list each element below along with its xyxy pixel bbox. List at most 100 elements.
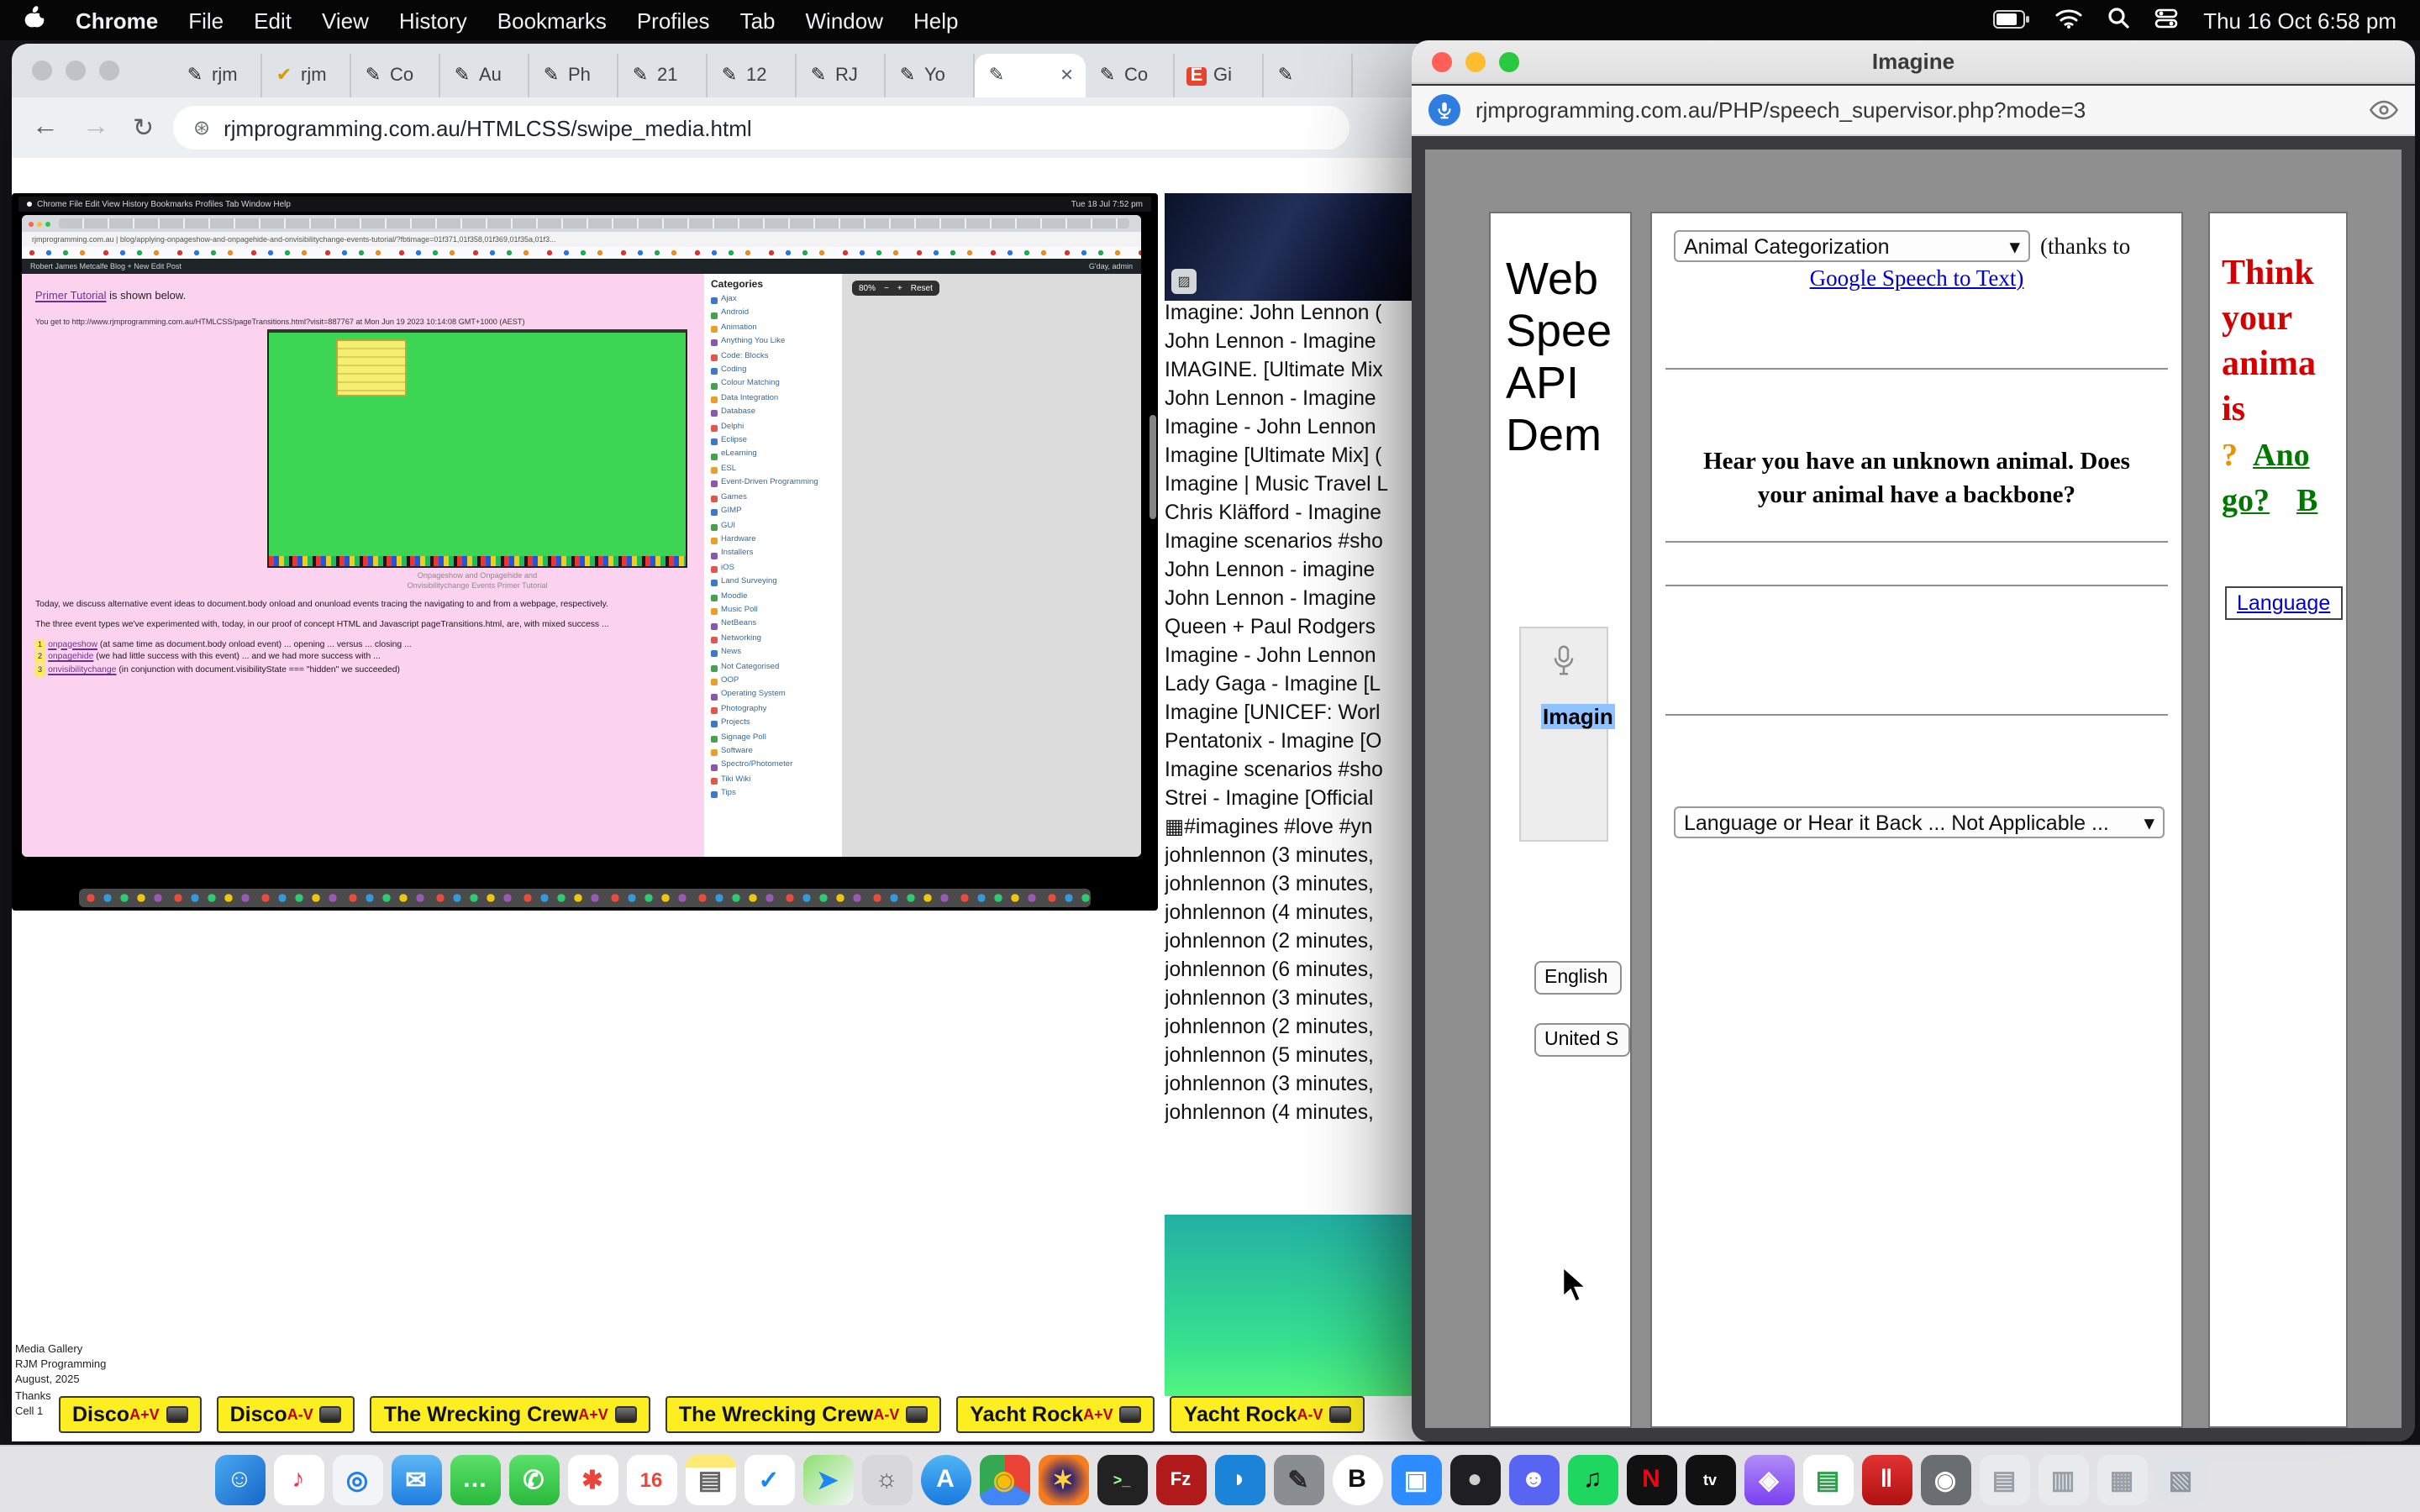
category-select[interactable]: Animal Categorization ▾ — [1674, 230, 2030, 262]
category-item[interactable]: Delphi — [711, 421, 835, 435]
language-select[interactable]: Language or Hear it Back ... Not Applica… — [1674, 806, 2165, 838]
zoom-in-button[interactable]: + — [897, 283, 902, 293]
control-center-icon[interactable] — [2154, 8, 2178, 33]
dock-icon[interactable]: ◈ — [1744, 1454, 1794, 1504]
browser-tab[interactable]: ✎ Co — [351, 54, 440, 97]
google-speech-link[interactable]: Google Speech to Text) — [1810, 265, 2024, 291]
song-item[interactable]: Imagine [Ultimate Mix] ( — [1165, 442, 1420, 470]
category-item[interactable]: Signage Poll — [711, 732, 835, 746]
menu-clock[interactable]: Thu 16 Oct 6:58 pm — [2203, 8, 2396, 33]
dock-icon[interactable]: ▥ — [2038, 1454, 2088, 1504]
category-item[interactable]: iOS — [711, 562, 835, 576]
browser-tab-active[interactable]: ✎ ✕ — [975, 54, 1086, 97]
another-go-link[interactable]: Ano — [2253, 438, 2310, 474]
song-item[interactable]: John Lennon - Imagine — [1165, 385, 1420, 413]
category-item[interactable]: Android — [711, 308, 835, 323]
dock-icon[interactable]: … — [450, 1454, 500, 1504]
category-item[interactable]: Code: Blocks — [711, 350, 835, 365]
song-item[interactable]: johnlennon (3 minutes, — [1165, 842, 1420, 870]
browser-tab[interactable]: ✎ rjm — [173, 54, 262, 97]
dock-icon[interactable]: ▤ — [1979, 1454, 2029, 1504]
category-item[interactable]: Data Integration — [711, 393, 835, 407]
dock-icon[interactable]: ◉ — [1920, 1454, 1970, 1504]
dock-icon[interactable]: N — [1626, 1454, 1676, 1504]
category-item[interactable]: Animation — [711, 323, 835, 337]
browser-tab[interactable]: ✎ Au — [440, 54, 529, 97]
song-item[interactable]: John Lennon - Imagine — [1165, 328, 1420, 356]
song-item[interactable]: johnlennon (4 minutes, — [1165, 899, 1420, 927]
category-item[interactable]: Tiki Wiki — [711, 774, 835, 789]
minimize-button[interactable] — [1465, 52, 1486, 72]
zoom-reset-button[interactable]: Reset — [911, 283, 933, 293]
dock-icon[interactable]: ◗ — [1214, 1454, 1265, 1504]
category-item[interactable]: Moodle — [711, 591, 835, 605]
media-thumbnail[interactable]: ▨ — [1165, 193, 1412, 301]
dock-icon[interactable]: >_ — [1097, 1454, 1147, 1504]
tab-close-icon[interactable]: ✕ — [1060, 66, 1074, 85]
category-item[interactable]: Hardware — [711, 534, 835, 549]
dock-icon[interactable]: ◉ — [979, 1454, 1029, 1504]
song-item[interactable]: John Lennon - imagine — [1165, 556, 1420, 585]
media-gallery-button[interactable]: DiscoA-V — [217, 1396, 355, 1433]
tutorial-image[interactable] — [267, 329, 687, 568]
song-item[interactable]: johnlennon (2 minutes, — [1165, 1013, 1420, 1042]
back-icon[interactable]: ← — [32, 113, 59, 143]
dock-icon[interactable]: ▣ — [1391, 1454, 1441, 1504]
menu-item[interactable]: Bookmarks — [497, 8, 607, 33]
dock-icon[interactable]: B — [1332, 1454, 1382, 1504]
country-button[interactable]: United S — [1534, 1023, 1630, 1057]
dock-icon[interactable]: ✓ — [744, 1454, 794, 1504]
dock-icon[interactable]: ▧ — [2155, 1454, 2206, 1504]
dock-icon[interactable]: ▦ — [2096, 1454, 2147, 1504]
menu-item[interactable]: Edit — [254, 8, 292, 33]
song-item[interactable]: Lady Gaga - Imagine [L — [1165, 670, 1420, 699]
browser-tab[interactable]: ✔ rjm — [262, 54, 351, 97]
dock-icon[interactable]: ♪ — [273, 1454, 324, 1504]
category-item[interactable]: Spectro/Photometer — [711, 760, 835, 774]
browser-tab[interactable]: ✎ Ph — [529, 54, 618, 97]
category-item[interactable]: Eclipse — [711, 435, 835, 449]
dock-icon[interactable]: ♫ — [1567, 1454, 1618, 1504]
category-item[interactable]: Operating System — [711, 690, 835, 704]
minimize-button[interactable] — [66, 60, 86, 81]
browser-tab[interactable]: ✎ 21 — [618, 54, 708, 97]
category-item[interactable]: Event-Driven Programming — [711, 478, 835, 492]
dock-icon[interactable]: ● — [1449, 1454, 1500, 1504]
speech-box[interactable] — [1519, 627, 1608, 842]
song-item[interactable]: John Lennon - Imagine — [1165, 585, 1420, 613]
another-go-link-2[interactable]: go? — [2222, 484, 2270, 519]
category-item[interactable]: Ajax — [711, 294, 835, 308]
category-item[interactable]: ESL — [711, 464, 835, 478]
category-item[interactable]: OOP — [711, 675, 835, 690]
dock-icon[interactable]: ✎ — [1273, 1454, 1323, 1504]
song-item[interactable]: johnlennon (2 minutes, — [1165, 927, 1420, 956]
event-link[interactable]: onpageshow — [48, 639, 97, 649]
media-gallery-button[interactable]: The Wrecking CrewA+V — [371, 1396, 650, 1433]
song-item[interactable]: Imagine - John Lennon — [1165, 413, 1420, 442]
song-item[interactable]: Queen + Paul Rodgers — [1165, 613, 1420, 642]
english-button[interactable]: English — [1534, 961, 1622, 995]
dock-icon[interactable]: tv — [1685, 1454, 1735, 1504]
dock-icon[interactable]: ✆ — [508, 1454, 559, 1504]
category-item[interactable]: Games — [711, 491, 835, 506]
media-gradient-panel[interactable] — [1165, 1215, 1412, 1396]
menu-item[interactable]: Profiles — [637, 8, 710, 33]
url-field[interactable]: rjmprogramming.com.au/PHP/speech_supervi… — [1476, 97, 2354, 123]
browser-tab[interactable]: ✎ RJ — [797, 54, 886, 97]
song-item[interactable]: Imagine [UNICEF: Worl — [1165, 699, 1420, 727]
category-item[interactable]: Photography — [711, 704, 835, 718]
zoom-overlay[interactable]: 80% − + Reset — [852, 281, 939, 296]
address-bar[interactable]: ⊛ rjmprogramming.com.au/HTMLCSS/swipe_me… — [173, 106, 1349, 150]
song-item[interactable]: Imagine | Music Travel L — [1165, 470, 1420, 499]
category-item[interactable]: Land Surveying — [711, 576, 835, 591]
category-item[interactable]: Projects — [711, 717, 835, 732]
menu-item[interactable]: History — [399, 8, 467, 33]
song-item[interactable]: Imagine scenarios #sho — [1165, 528, 1420, 556]
zoom-out-button[interactable]: − — [884, 283, 889, 293]
browser-tab[interactable]: ✎ 12 — [708, 54, 797, 97]
dock-icon[interactable]: ✶ — [1038, 1454, 1088, 1504]
dock-icon[interactable]: A — [920, 1454, 971, 1504]
dock-icon[interactable]: ▤ — [685, 1454, 735, 1504]
category-item[interactable]: News — [711, 647, 835, 661]
category-item[interactable]: Networking — [711, 633, 835, 648]
